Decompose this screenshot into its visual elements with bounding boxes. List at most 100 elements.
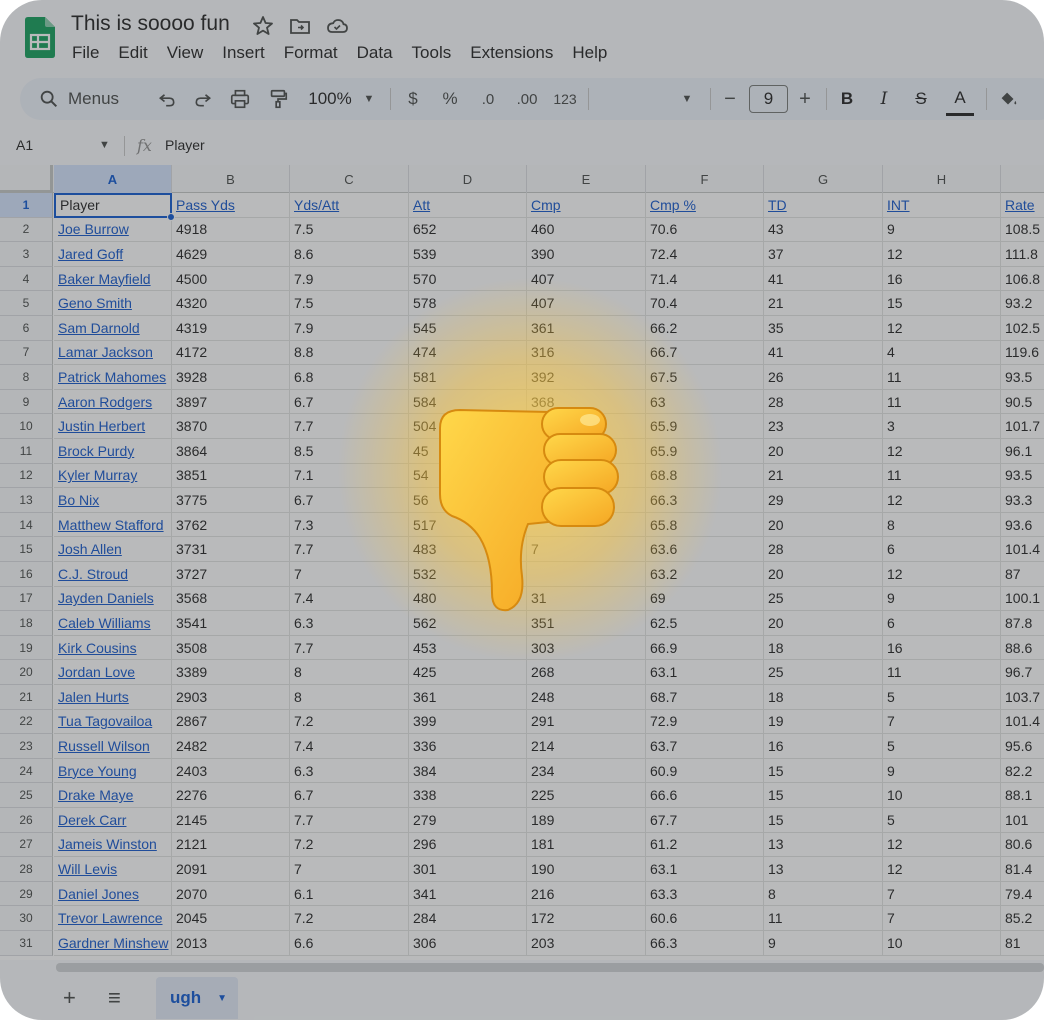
data-cell[interactable]: 43 (764, 217, 883, 243)
header-cell[interactable]: INT (883, 193, 1001, 218)
data-cell[interactable]: 15 (764, 758, 883, 784)
data-cell[interactable]: 96.1 (1001, 439, 1044, 464)
data-cell[interactable]: 20 (764, 562, 883, 587)
data-cell[interactable]: 3870 (172, 414, 290, 439)
data-cell[interactable]: 361 (409, 685, 527, 710)
data-cell[interactable]: 65.9 (646, 439, 764, 464)
data-cell[interactable]: 189 (527, 808, 646, 833)
data-cell[interactable]: 581 (409, 365, 527, 390)
row-header[interactable]: 24 (0, 758, 53, 784)
data-cell[interactable]: 301 (409, 857, 527, 882)
formula-input[interactable]: Player (165, 137, 205, 153)
menu-tools[interactable]: Tools (412, 43, 452, 63)
player-link-cell[interactable]: Jameis Winston (54, 832, 172, 858)
data-cell[interactable]: 12 (883, 488, 1001, 513)
data-cell[interactable]: 23 (764, 414, 883, 439)
column-header-e[interactable]: E (527, 165, 646, 193)
increase-font-size-button[interactable]: + (794, 78, 816, 120)
row-header[interactable]: 25 (0, 783, 53, 808)
data-cell[interactable]: 20 (764, 512, 883, 538)
player-link-cell[interactable]: Brock Purdy (54, 439, 172, 464)
data-cell[interactable]: 392 (527, 365, 646, 390)
data-cell[interactable]: 93.5 (1001, 365, 1044, 390)
data-cell[interactable]: 20 (764, 439, 883, 464)
data-cell[interactable]: 101.4 (1001, 537, 1044, 562)
redo-button[interactable] (189, 78, 217, 120)
chevron-down-icon[interactable]: ▼ (99, 139, 110, 151)
data-cell[interactable]: 6.3 (290, 611, 409, 636)
data-cell[interactable]: 8.8 (290, 340, 409, 366)
data-cell[interactable]: 3508 (172, 635, 290, 661)
header-cell[interactable]: Pass Yds (172, 193, 290, 218)
star-icon[interactable] (251, 14, 275, 38)
row-header[interactable]: 26 (0, 808, 53, 833)
player-link-cell[interactable]: Jalen Hurts (54, 685, 172, 710)
header-cell[interactable]: Cmp % (646, 193, 764, 218)
data-cell[interactable]: 7.2 (290, 906, 409, 931)
data-cell[interactable]: 306 (409, 931, 527, 956)
data-cell[interactable]: 4 (883, 340, 1001, 366)
data-cell[interactable]: 80.6 (1001, 833, 1044, 858)
data-cell[interactable]: 6.1 (290, 881, 409, 907)
data-cell[interactable]: 10 (883, 931, 1001, 956)
data-cell[interactable]: 29 (764, 488, 883, 513)
data-cell[interactable]: 19 (764, 709, 883, 735)
print-button[interactable] (226, 78, 254, 120)
add-sheet-icon[interactable]: + (63, 985, 76, 1011)
data-cell[interactable]: 63.1 (646, 660, 764, 685)
data-cell[interactable]: 11 (883, 389, 1001, 415)
row-header[interactable]: 14 (0, 512, 53, 538)
data-cell[interactable]: 88.6 (1001, 636, 1044, 661)
data-cell[interactable]: 63 (646, 389, 764, 415)
player-link-cell[interactable]: Geno Smith (54, 291, 172, 316)
data-cell[interactable]: 296 (409, 832, 527, 858)
data-cell[interactable]: 7 (290, 857, 409, 882)
data-cell[interactable]: 4320 (172, 291, 290, 316)
data-cell[interactable]: 316 (527, 340, 646, 366)
data-cell[interactable]: 66.9 (646, 635, 764, 661)
data-cell[interactable]: 3928 (172, 365, 290, 390)
column-header-c[interactable]: C (290, 165, 409, 193)
data-cell[interactable]: 82.2 (1001, 759, 1044, 784)
data-cell[interactable]: 12 (883, 832, 1001, 858)
data-cell[interactable]: 2482 (172, 734, 290, 759)
data-cell[interactable]: 203 (527, 931, 646, 956)
data-cell[interactable]: 425 (409, 660, 527, 685)
menu-edit[interactable]: Edit (118, 43, 147, 63)
data-cell[interactable]: 4918 (172, 217, 290, 243)
bold-button[interactable]: B (836, 78, 858, 120)
data-cell[interactable]: 93.5 (1001, 464, 1044, 489)
data-cell[interactable]: 2867 (172, 709, 290, 735)
player-link-cell[interactable]: Patrick Mahomes (54, 365, 172, 390)
chevron-down-icon[interactable]: ▼ (217, 993, 227, 1004)
data-cell[interactable]: 95.6 (1001, 734, 1044, 759)
data-cell[interactable]: 93.2 (1001, 291, 1044, 316)
data-cell[interactable]: 41 (764, 266, 883, 292)
data-cell[interactable]: 93.6 (1001, 513, 1044, 538)
row-header[interactable]: 10 (0, 414, 53, 439)
data-cell[interactable]: 67.7 (646, 808, 764, 833)
data-cell[interactable]: 3762 (172, 512, 290, 538)
data-cell[interactable]: 279 (409, 808, 527, 833)
data-cell[interactable]: 2013 (172, 931, 290, 956)
column-header-f[interactable]: F (646, 165, 764, 193)
player-link-cell[interactable]: Drake Maye (54, 783, 172, 808)
data-cell[interactable]: 93.3 (1001, 488, 1044, 513)
data-cell[interactable]: 72.4 (646, 242, 764, 267)
data-cell[interactable]: 70.4 (646, 291, 764, 316)
data-cell[interactable]: 407 (527, 291, 646, 316)
data-cell[interactable]: 341 (409, 881, 527, 907)
row-header[interactable]: 27 (0, 832, 53, 858)
player-link-cell[interactable]: Lamar Jackson (54, 340, 172, 366)
data-cell[interactable]: 7.5 (290, 217, 409, 243)
row-header[interactable]: 4 (0, 266, 53, 292)
data-cell[interactable]: 9 (883, 586, 1001, 612)
data-cell[interactable]: 8.5 (290, 439, 409, 464)
data-cell[interactable]: 7.5 (290, 291, 409, 316)
data-cell[interactable]: 81.4 (1001, 857, 1044, 882)
data-cell[interactable]: 284 (409, 906, 527, 931)
data-cell[interactable]: 72.9 (646, 709, 764, 735)
data-cell[interactable]: 21 (764, 291, 883, 316)
menu-help[interactable]: Help (572, 43, 607, 63)
menu-format[interactable]: Format (284, 43, 338, 63)
